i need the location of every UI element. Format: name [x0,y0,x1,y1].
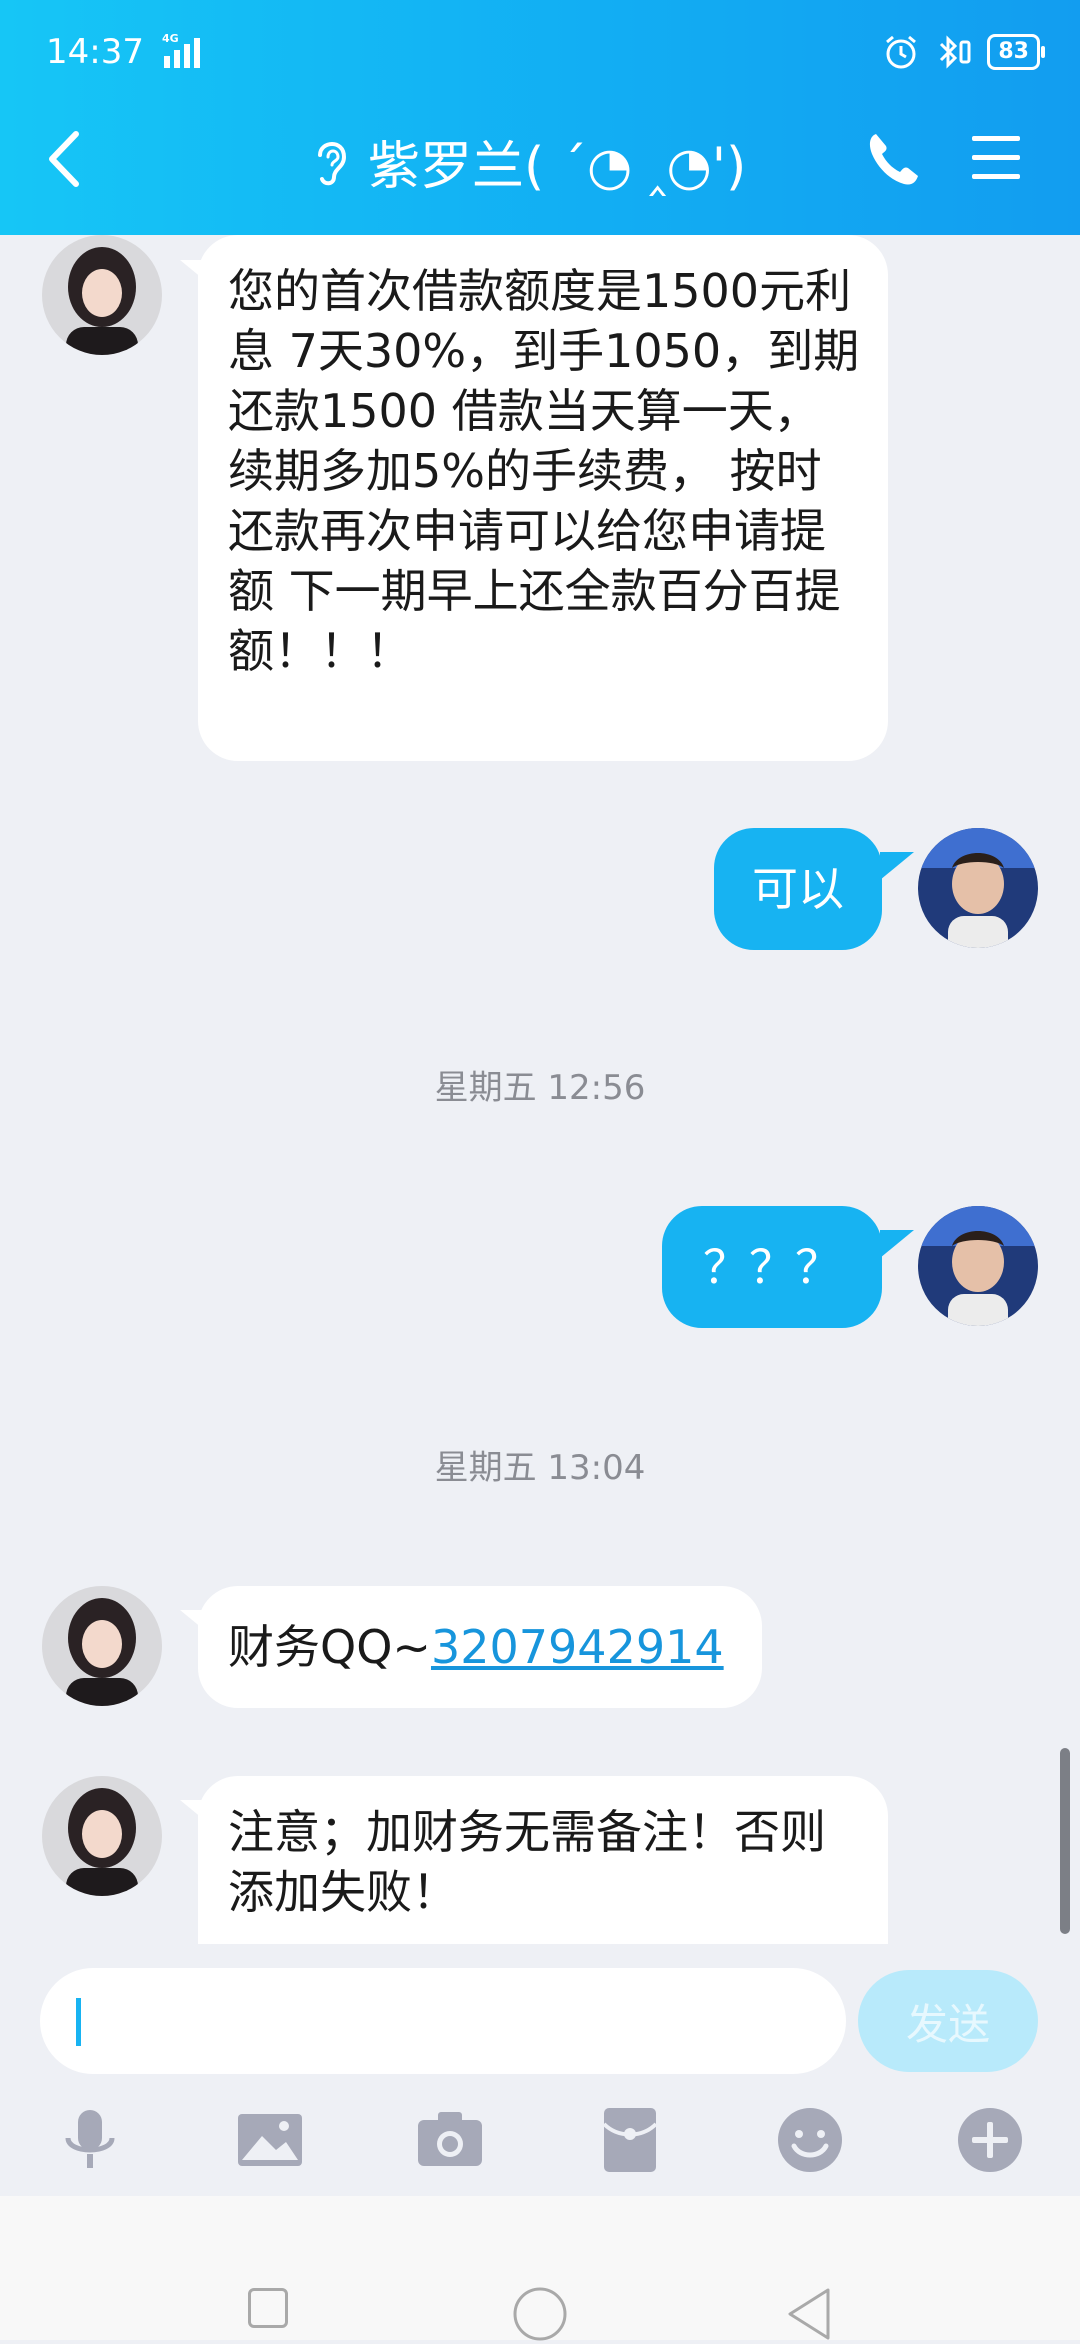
message-bubble-outgoing[interactable]: ？？？ [662,1206,882,1328]
back-nav-button[interactable] [782,2286,836,2342]
chat-header: 14:37 4G 83 紫罗兰( ´◔ ‸◔') [0,0,1080,235]
menu-icon[interactable] [966,130,1026,186]
message-text: 财务QQ~ [228,1620,431,1674]
plus-icon[interactable] [954,2104,1026,2176]
message-text: 注意；加财务无需备注！否则添加失败！ [228,1805,826,1919]
bubble-tail [880,1230,914,1258]
recent-apps-button[interactable] [248,2288,288,2328]
microphone-icon[interactable] [54,2104,126,2176]
message-text: 您的首次借款额度是1500元利息 7天30%，到手1050，到期还款1500 借… [228,264,860,678]
system-nav-bar [0,2196,1080,2342]
message-input[interactable] [40,1968,846,2074]
emoji-icon[interactable] [774,2104,846,2176]
bubble-tail [880,852,914,880]
network-type: 4G [162,32,179,45]
chat-title[interactable]: 紫罗兰( ´◔ ‸◔') [310,126,747,197]
alarm-icon [886,35,917,69]
contact-avatar[interactable] [42,1776,162,1896]
send-button[interactable]: 发送 [858,1970,1038,2072]
message-text: 可以 [752,862,844,916]
status-right: 83 [883,32,1045,72]
message-bubble[interactable]: 注意；加财务无需备注！否则添加失败！ [198,1776,888,1944]
contact-avatar[interactable] [42,235,162,355]
my-avatar[interactable] [918,1206,1038,1326]
text-caret [76,1998,81,2046]
image-icon[interactable] [234,2104,306,2176]
scrollbar[interactable] [1060,1748,1070,1934]
message-bubble-outgoing[interactable]: 可以 [714,828,882,950]
contact-avatar[interactable] [42,1586,162,1706]
phone-icon[interactable] [862,126,922,192]
message-text: ？？？ [703,1240,841,1294]
red-envelope-icon[interactable] [594,2104,666,2176]
my-avatar[interactable] [918,828,1038,948]
message-bubble[interactable]: 您的首次借款额度是1500元利息 7天30%，到手1050，到期还款1500 借… [198,235,888,761]
status-time: 14:37 [46,32,144,72]
message-bubble[interactable]: 财务QQ~3207942914 [198,1586,762,1708]
contact-name: 紫罗兰( ´◔ ‸◔') [368,136,747,197]
back-icon[interactable] [40,126,90,192]
home-button[interactable] [510,2284,570,2344]
timestamp: 星期五 12:56 [434,1068,646,1108]
bluetooth-vibrate-icon [940,35,971,69]
signal-icon: 4G [162,32,200,68]
qq-number-link[interactable]: 3207942914 [431,1620,724,1674]
battery-indicator: 83 [987,34,1045,70]
ear-icon [318,142,347,186]
camera-icon[interactable] [414,2104,486,2176]
timestamp: 星期五 13:04 [434,1448,646,1488]
